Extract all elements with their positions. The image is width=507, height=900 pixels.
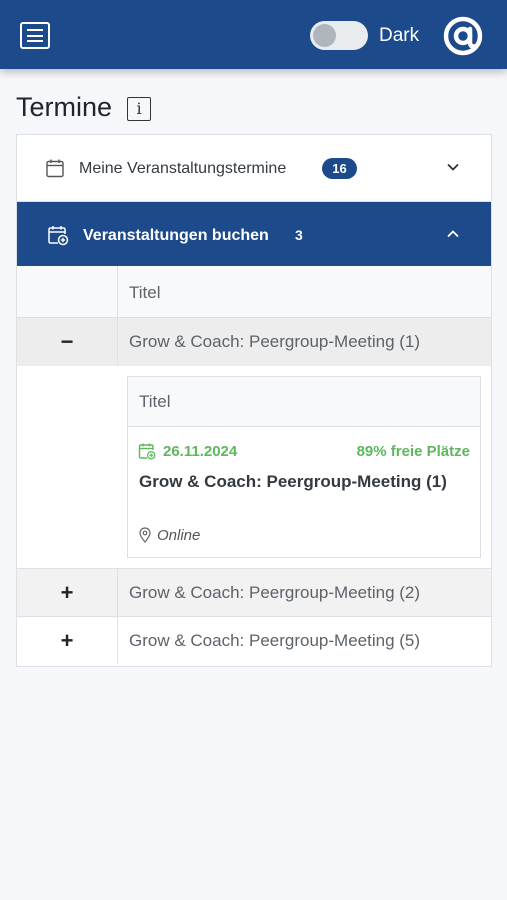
row-title: Grow & Coach: Peergroup-Meeting (2) <box>129 583 421 602</box>
detail-table-header: Titel <box>128 377 480 427</box>
dark-mode-label: Dark <box>379 25 420 46</box>
my-dates-count-badge: 16 <box>322 158 357 179</box>
expand-row-button[interactable]: + <box>17 617 117 665</box>
calendar-plus-icon <box>138 443 156 460</box>
column-divider <box>117 266 118 317</box>
top-navbar: Dark <box>0 0 507 69</box>
column-divider <box>117 318 118 366</box>
at-sign-logo-icon[interactable] <box>442 15 484 57</box>
calendar-icon <box>46 159 64 178</box>
dark-mode-toggle[interactable] <box>310 21 368 50</box>
expand-row-button[interactable]: + <box>17 569 117 617</box>
event-date: 26.11.2024 <box>163 443 238 460</box>
table-header: Titel <box>17 266 491 318</box>
table-row[interactable]: − Grow & Coach: Peergroup-Meeting (1) <box>17 318 491 366</box>
booking-count: 3 <box>295 227 303 243</box>
page-title: Termine <box>16 92 113 122</box>
collapse-row-button[interactable]: − <box>17 318 117 366</box>
row-title: Grow & Coach: Peergroup-Meeting (1) <box>129 332 421 351</box>
location-pin-icon <box>139 527 151 543</box>
column-divider <box>117 569 118 616</box>
accordion-booking[interactable]: Veranstaltungen buchen 3 <box>17 202 491 266</box>
detail-column-header-title[interactable]: Titel <box>139 392 171 412</box>
calendar-plus-icon <box>48 226 69 246</box>
free-places-label: 89% freie Plätze <box>356 443 470 460</box>
info-icon[interactable]: i <box>127 97 151 121</box>
hamburger-menu-icon[interactable] <box>20 22 50 49</box>
event-detail-card: Titel 26.11.2024 89% freie Plätze Grow &… <box>127 376 481 558</box>
event-title[interactable]: Grow & Coach: Peergroup-Meeting (1) <box>139 467 469 496</box>
toggle-knob <box>313 24 336 47</box>
accordion-booking-label: Veranstaltungen buchen <box>83 227 269 244</box>
chevron-up-icon <box>447 230 459 238</box>
accordion-my-dates[interactable]: Meine Veranstaltungstermine 16 <box>17 135 491 202</box>
chevron-down-icon <box>447 163 459 171</box>
row-title: Grow & Coach: Peergroup-Meeting (5) <box>129 631 421 650</box>
table-row[interactable]: + Grow & Coach: Peergroup-Meeting (2) <box>17 568 491 616</box>
event-location: Online <box>157 527 201 544</box>
column-header-title[interactable]: Titel <box>129 283 161 303</box>
accordion-my-dates-label: Meine Veranstaltungstermine <box>79 160 287 177</box>
table-row[interactable]: + Grow & Coach: Peergroup-Meeting (5) <box>17 616 491 664</box>
column-divider <box>117 617 118 664</box>
appointments-card: Meine Veranstaltungstermine 16 Veranstal… <box>16 134 492 667</box>
